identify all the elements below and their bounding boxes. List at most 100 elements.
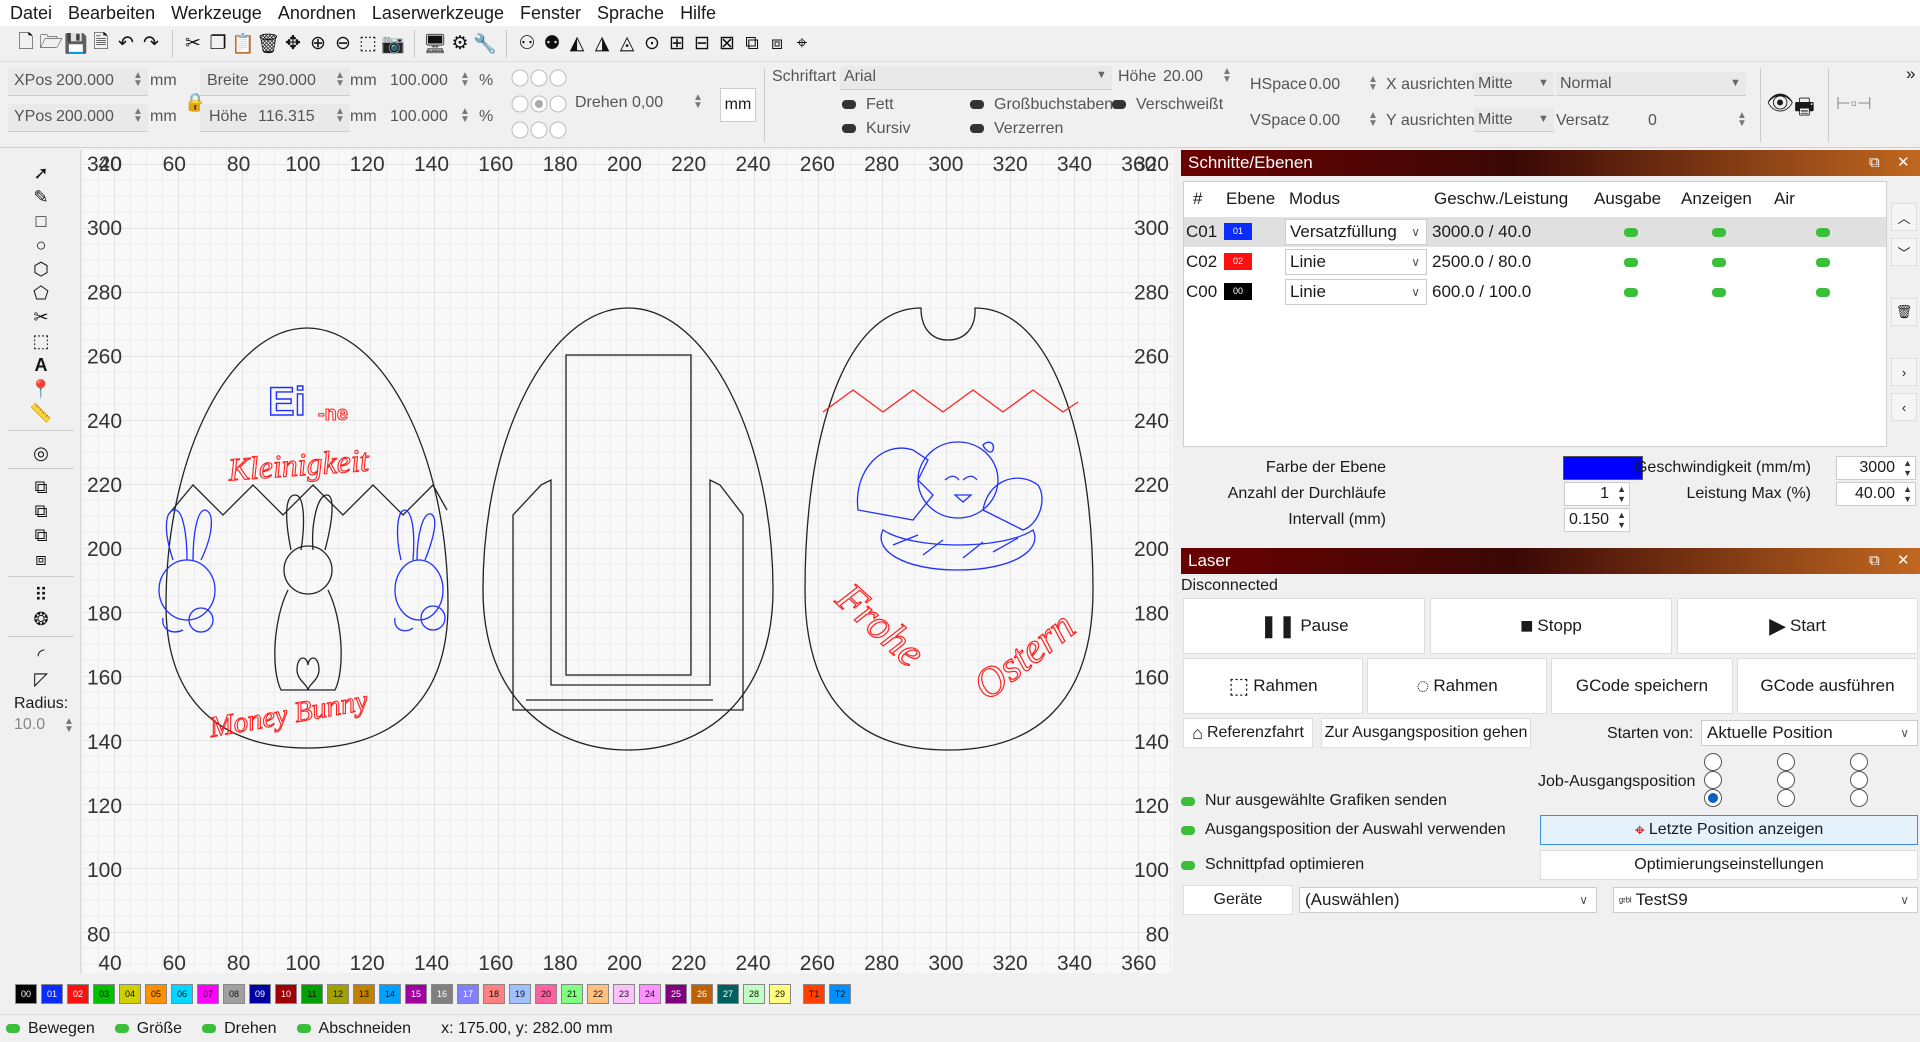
save-as-icon[interactable]: 🗎 (89, 32, 113, 56)
palette-color-05[interactable]: 05 (145, 984, 167, 1004)
layer-speed-power[interactable]: 2500.0 / 80.0 (1432, 252, 1531, 272)
menu-tools[interactable]: Werkzeuge (165, 0, 272, 26)
menu-file[interactable]: Datei (4, 0, 62, 26)
palette-color-10[interactable]: 10 (275, 984, 297, 1004)
redo-icon[interactable]: ↷ (139, 32, 163, 56)
job-origin-bottom-left-radio[interactable] (1704, 789, 1722, 807)
palette-color-19[interactable]: 19 (509, 984, 531, 1004)
device-select[interactable]: (Auswählen) ∨ (1299, 887, 1597, 913)
layer-mode-select[interactable]: Linie ∨ (1285, 279, 1427, 305)
palette-color-00[interactable]: 00 (15, 984, 37, 1004)
close-icon[interactable]: ✕ (1897, 150, 1910, 176)
monitor-icon[interactable]: 🖥 (423, 32, 447, 56)
settings-icon[interactable]: ⚙ (448, 32, 472, 56)
interval-spinner[interactable]: ▲ ▼ (1617, 510, 1626, 530)
air-toggle[interactable] (1816, 228, 1830, 237)
speed-input[interactable]: 3000 ▲ ▼ (1836, 456, 1916, 480)
power-spinner[interactable]: ▲ ▼ (1903, 484, 1912, 504)
palette-color-29[interactable]: 29 (769, 984, 791, 1004)
output-toggle[interactable] (1624, 288, 1638, 297)
job-origin-bottom-right-radio[interactable] (1850, 789, 1868, 807)
palette-color-21[interactable]: 21 (561, 984, 583, 1004)
palette-color-22[interactable]: 22 (587, 984, 609, 1004)
distort-toggle[interactable] (970, 124, 984, 133)
save-gcode-button[interactable]: GCode speichern (1551, 658, 1733, 714)
text-ne[interactable]: -ne (318, 403, 349, 426)
palette-color-14[interactable]: 14 (379, 984, 401, 1004)
show-last-position-button[interactable]: ⌖ Letzte Position anzeigen (1540, 815, 1918, 845)
radius-spinner[interactable]: ▲ ▼ (64, 717, 74, 735)
move-layer-up-icon[interactable]: ︿ (1891, 203, 1917, 231)
close-icon[interactable]: ✕ (1897, 548, 1910, 574)
output-toggle[interactable] (1624, 258, 1638, 267)
hspace-value[interactable]: 0.00 (1309, 76, 1340, 94)
menu-laser-tools[interactable]: Laserwerkzeuge (366, 0, 514, 26)
palette-color-18[interactable]: 18 (483, 984, 505, 1004)
font-height-value[interactable]: 20.00 (1163, 68, 1203, 86)
width-spinner[interactable]: ▲ ▼ (335, 71, 345, 89)
only-selected-checkbox[interactable]: Nur ausgewählte Grafiken senden (1181, 792, 1447, 810)
cut-icon[interactable]: ✂ (181, 32, 205, 56)
boolean-intersect-icon[interactable]: ⧉ (26, 524, 56, 546)
show-toggle[interactable] (1712, 228, 1726, 237)
round-corner-icon[interactable]: ◜ (26, 644, 56, 666)
palette-color-12[interactable]: 12 (327, 984, 349, 1004)
scale-height-value[interactable]: 100.000 (390, 108, 448, 126)
rectangle-icon[interactable]: □ (26, 210, 56, 232)
palette-color-17[interactable]: 17 (457, 984, 479, 1004)
boolean-union-icon[interactable]: ⧉ (26, 476, 56, 498)
palette-color-06[interactable]: 06 (171, 984, 193, 1004)
status-size[interactable]: Größe (114, 1020, 182, 1038)
width-value[interactable]: 290.000 (258, 72, 316, 90)
layer-color-badge[interactable]: 02 (1224, 253, 1252, 270)
printer-icon[interactable]: 🖶 (1794, 90, 1815, 128)
controller-select[interactable]: ᵍʳᵇˡ TestS9 ∨ (1613, 887, 1918, 913)
boolean-subtract-icon[interactable]: ⧉ (26, 500, 56, 522)
layer-row[interactable]: C01 01 Versatzfüllung ∨ 3000.0 / 40.0 (1184, 217, 1886, 247)
menu-edit[interactable]: Bearbeiten (62, 0, 165, 26)
scale-width-value[interactable]: 100.000 (390, 72, 448, 90)
job-origin-middle-left-radio[interactable] (1704, 771, 1722, 789)
start-button[interactable]: ▶ Start (1677, 598, 1918, 654)
menu-help[interactable]: Hilfe (674, 0, 726, 26)
palette-color-02[interactable]: 02 (67, 984, 89, 1004)
palette-color-09[interactable]: 09 (249, 984, 271, 1004)
zoom-out-icon[interactable]: ⊖ (331, 32, 355, 56)
offset-icon[interactable]: ◎ (26, 442, 56, 464)
welded-toggle[interactable] (1112, 100, 1126, 109)
group-icon[interactable]: ⚇ (515, 32, 539, 56)
boolean-xor-icon[interactable]: ⧈ (26, 548, 56, 570)
align-center-icon[interactable]: ⊠ (715, 32, 739, 56)
save-icon[interactable]: 💾 (64, 32, 88, 56)
status-move[interactable]: Bewegen (6, 1020, 95, 1038)
frame-button[interactable]: ⬚ Rahmen (1183, 658, 1363, 714)
align-icon[interactable]: ⊞ (665, 32, 689, 56)
vspace-spinner[interactable]: ▲ ▼ (1368, 111, 1378, 129)
palette-color-13[interactable]: 13 (353, 984, 375, 1004)
new-file-icon[interactable]: 🗋 (14, 32, 38, 56)
collapse-left-icon[interactable]: ‹ (1891, 393, 1917, 421)
unit-toggle-button[interactable]: mm (720, 88, 756, 122)
font-select[interactable] (840, 66, 1112, 90)
offset-value[interactable]: 0 (1648, 112, 1657, 130)
expand-toolbar-icon[interactable]: » (1906, 64, 1915, 84)
palette-color-27[interactable]: 27 (717, 984, 739, 1004)
position-marker-icon[interactable]: 📍 (26, 378, 56, 400)
palette-color-23[interactable]: 23 (613, 984, 635, 1004)
move-layer-down-icon[interactable]: ﹀ (1891, 238, 1917, 266)
layer-row[interactable]: C02 02 Linie ∨ 2500.0 / 80.0 (1184, 247, 1886, 277)
copy-icon[interactable]: ❐ (206, 32, 230, 56)
mirror-v-icon[interactable]: ◮ (590, 32, 614, 56)
radius-value[interactable]: 10.0 (14, 716, 45, 734)
use-selection-origin-checkbox[interactable]: Ausgangsposition der Auswahl verwenden (1181, 821, 1506, 839)
line-tool-icon[interactable]: ⬠ (26, 282, 56, 304)
polygon-icon[interactable]: ⬡ (26, 258, 56, 280)
pen-icon[interactable]: ✎ (26, 186, 56, 208)
optimization-settings-button[interactable]: Optimierungseinstellungen (1540, 850, 1918, 880)
palette-color-T2[interactable]: T2 (829, 984, 851, 1004)
array-icon[interactable]: ⧉ (740, 32, 764, 56)
delete-icon[interactable]: 🗑 (256, 32, 280, 56)
chamfer-corner-icon[interactable]: ◸ (26, 668, 56, 690)
delete-layer-icon[interactable]: 🗑 (1891, 298, 1917, 326)
optimize-path-checkbox[interactable]: Schnittpfad optimieren (1181, 856, 1364, 874)
